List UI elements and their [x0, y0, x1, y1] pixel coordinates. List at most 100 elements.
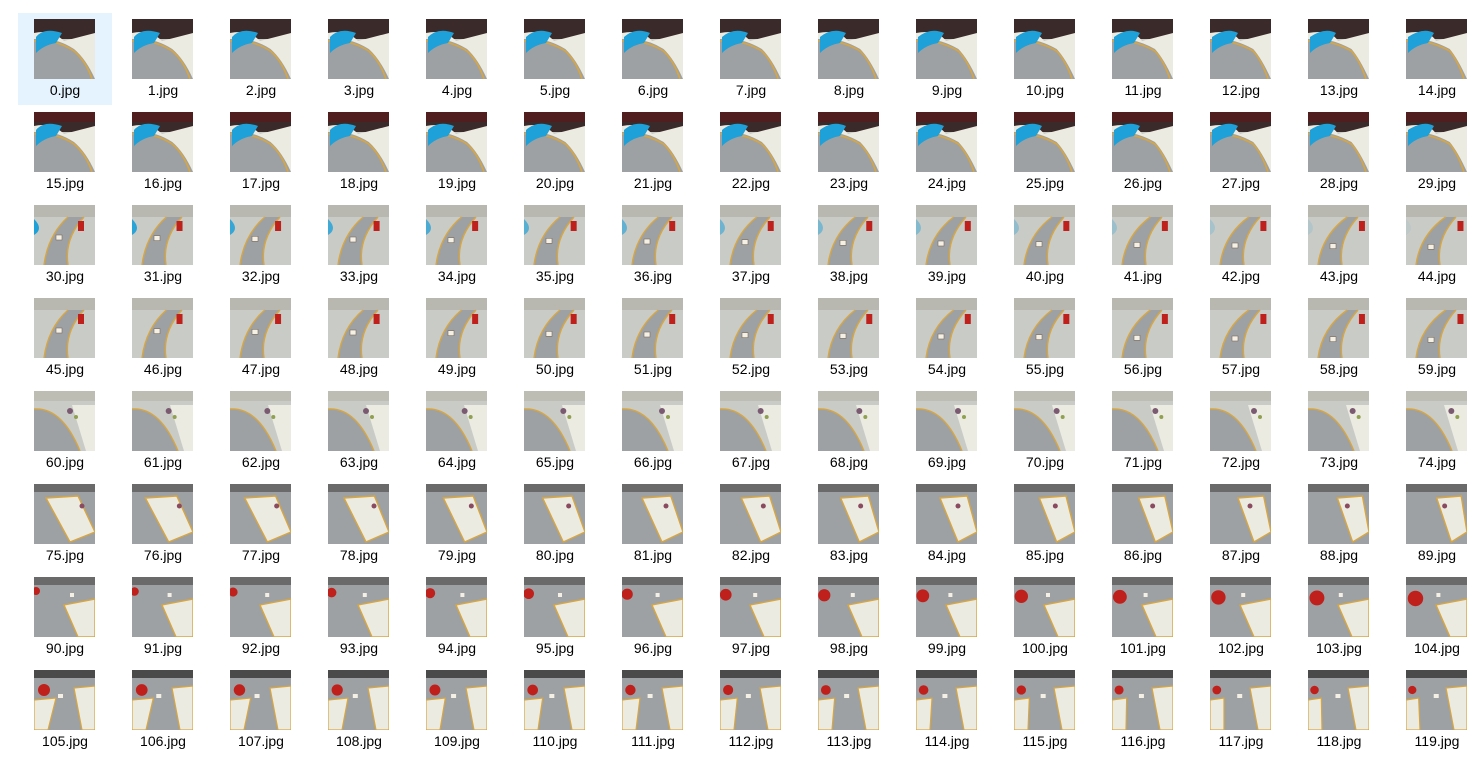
file-item[interactable]: 76.jpg [116, 478, 210, 570]
file-thumbnail[interactable] [1210, 484, 1271, 544]
file-item[interactable]: 27.jpg [1194, 106, 1288, 198]
file-thumbnail[interactable] [1308, 298, 1369, 358]
file-thumbnail[interactable] [34, 19, 95, 79]
file-thumbnail[interactable] [1406, 298, 1467, 358]
file-thumbnail[interactable] [1406, 577, 1467, 637]
file-thumbnail[interactable] [622, 298, 683, 358]
file-thumbnail[interactable] [328, 577, 389, 637]
file-item[interactable]: 33.jpg [312, 199, 406, 291]
file-thumbnail[interactable] [622, 19, 683, 79]
file-item[interactable]: 50.jpg [508, 292, 602, 384]
file-item[interactable]: 3.jpg [312, 13, 406, 105]
file-thumbnail[interactable] [426, 670, 487, 730]
file-thumbnail[interactable] [720, 670, 781, 730]
file-item[interactable]: 56.jpg [1096, 292, 1190, 384]
file-thumbnail[interactable] [916, 205, 977, 265]
file-thumbnail[interactable] [818, 577, 879, 637]
file-thumbnail[interactable] [1308, 112, 1369, 172]
file-item[interactable]: 53.jpg [802, 292, 896, 384]
file-item[interactable]: 115.jpg [998, 664, 1092, 756]
file-item[interactable]: 95.jpg [508, 571, 602, 663]
file-item[interactable]: 74.jpg [1390, 385, 1480, 477]
file-item[interactable]: 67.jpg [704, 385, 798, 477]
file-item[interactable]: 71.jpg [1096, 385, 1190, 477]
file-thumbnail[interactable] [1406, 670, 1467, 730]
file-item[interactable]: 68.jpg [802, 385, 896, 477]
file-item[interactable]: 101.jpg [1096, 571, 1190, 663]
file-item[interactable]: 36.jpg [606, 199, 700, 291]
file-item[interactable]: 64.jpg [410, 385, 504, 477]
file-thumbnail[interactable] [818, 391, 879, 451]
file-item[interactable]: 62.jpg [214, 385, 308, 477]
file-thumbnail[interactable] [1210, 298, 1271, 358]
file-thumbnail[interactable] [1210, 670, 1271, 730]
file-thumbnail[interactable] [1014, 19, 1075, 79]
file-item[interactable]: 82.jpg [704, 478, 798, 570]
file-thumbnail[interactable] [818, 112, 879, 172]
file-item[interactable]: 28.jpg [1292, 106, 1386, 198]
file-thumbnail[interactable] [34, 112, 95, 172]
file-thumbnail[interactable] [916, 298, 977, 358]
file-item[interactable]: 84.jpg [900, 478, 994, 570]
file-thumbnail[interactable] [132, 298, 193, 358]
file-item[interactable]: 77.jpg [214, 478, 308, 570]
file-item[interactable]: 91.jpg [116, 571, 210, 663]
file-thumbnail[interactable] [720, 391, 781, 451]
file-thumbnail[interactable] [622, 205, 683, 265]
file-item[interactable]: 58.jpg [1292, 292, 1386, 384]
file-thumbnail[interactable] [328, 670, 389, 730]
file-item[interactable]: 79.jpg [410, 478, 504, 570]
file-item[interactable]: 15.jpg [18, 106, 112, 198]
file-thumbnail[interactable] [328, 19, 389, 79]
file-item[interactable]: 18.jpg [312, 106, 406, 198]
file-thumbnail[interactable] [720, 484, 781, 544]
file-item[interactable]: 75.jpg [18, 478, 112, 570]
file-thumbnail[interactable] [426, 484, 487, 544]
file-thumbnail[interactable] [230, 19, 291, 79]
file-thumbnail[interactable] [818, 298, 879, 358]
file-item[interactable]: 5.jpg [508, 13, 602, 105]
file-item[interactable]: 98.jpg [802, 571, 896, 663]
file-thumbnail[interactable] [622, 391, 683, 451]
file-thumbnail[interactable] [524, 112, 585, 172]
file-thumbnail[interactable] [1210, 391, 1271, 451]
file-thumbnail[interactable] [720, 577, 781, 637]
file-thumbnail[interactable] [34, 670, 95, 730]
file-item[interactable]: 54.jpg [900, 292, 994, 384]
file-item[interactable]: 59.jpg [1390, 292, 1480, 384]
file-item[interactable]: 110.jpg [508, 664, 602, 756]
file-item[interactable]: 114.jpg [900, 664, 994, 756]
file-item[interactable]: 30.jpg [18, 199, 112, 291]
file-thumbnail[interactable] [1112, 391, 1173, 451]
file-item[interactable]: 108.jpg [312, 664, 406, 756]
file-item[interactable]: 24.jpg [900, 106, 994, 198]
file-thumbnail[interactable] [426, 577, 487, 637]
file-item[interactable]: 6.jpg [606, 13, 700, 105]
file-thumbnail[interactable] [1014, 205, 1075, 265]
file-thumbnail[interactable] [622, 112, 683, 172]
file-thumbnail[interactable] [1014, 298, 1075, 358]
file-item[interactable]: 93.jpg [312, 571, 406, 663]
file-item[interactable]: 92.jpg [214, 571, 308, 663]
file-thumbnail[interactable] [230, 391, 291, 451]
file-item[interactable]: 112.jpg [704, 664, 798, 756]
file-thumbnail[interactable] [1210, 19, 1271, 79]
file-item[interactable]: 11.jpg [1096, 13, 1190, 105]
file-thumbnail[interactable] [916, 112, 977, 172]
file-item[interactable]: 63.jpg [312, 385, 406, 477]
file-item[interactable]: 38.jpg [802, 199, 896, 291]
file-thumbnail[interactable] [1308, 484, 1369, 544]
file-thumbnail[interactable] [132, 391, 193, 451]
file-item[interactable]: 88.jpg [1292, 478, 1386, 570]
file-thumbnail[interactable] [426, 19, 487, 79]
file-thumbnail[interactable] [230, 298, 291, 358]
file-item[interactable]: 17.jpg [214, 106, 308, 198]
file-item[interactable]: 10.jpg [998, 13, 1092, 105]
file-thumbnail[interactable] [132, 112, 193, 172]
file-thumbnail[interactable] [1112, 670, 1173, 730]
file-item[interactable]: 26.jpg [1096, 106, 1190, 198]
file-item[interactable]: 55.jpg [998, 292, 1092, 384]
file-item[interactable]: 32.jpg [214, 199, 308, 291]
file-thumbnail[interactable] [1014, 577, 1075, 637]
file-thumbnail[interactable] [1308, 670, 1369, 730]
